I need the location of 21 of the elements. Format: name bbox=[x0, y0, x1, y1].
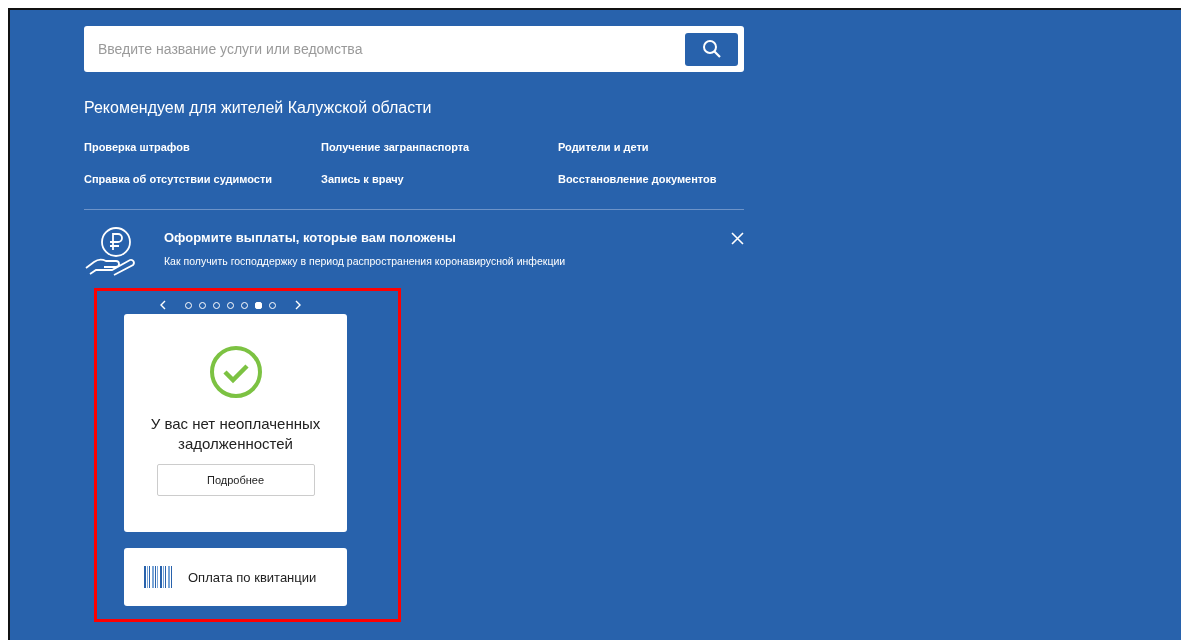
search-button[interactable] bbox=[685, 32, 738, 66]
status-message: У вас нет неоплаченных задолженностей bbox=[149, 414, 322, 454]
search-bar[interactable]: Введите название услуги или ведомства bbox=[84, 26, 744, 72]
details-button[interactable]: Подробнее bbox=[156, 464, 315, 496]
chevron-right-icon bbox=[295, 300, 301, 310]
service-link[interactable]: Родители и дети bbox=[558, 141, 649, 153]
service-link[interactable]: Восстановление документов bbox=[558, 173, 717, 185]
chevron-left-icon bbox=[160, 300, 166, 310]
barcode-icon bbox=[144, 566, 174, 588]
close-button[interactable] bbox=[731, 232, 744, 245]
service-link[interactable]: Справка об отсутствии судимости bbox=[84, 173, 273, 185]
search-icon bbox=[701, 39, 722, 59]
payment-card[interactable]: Оплата по квитанции bbox=[124, 548, 347, 606]
close-icon bbox=[731, 232, 744, 245]
service-link[interactable]: Запись к врачу bbox=[321, 173, 404, 185]
check-circle-icon bbox=[207, 344, 264, 400]
service-link[interactable]: Проверка штрафов bbox=[84, 141, 190, 153]
banner-subtitle: Как получить господдержку в период распространения коронавирусной инфекции bbox=[164, 255, 567, 267]
banner-title: Оформите выплаты, которые вам положены bbox=[164, 230, 457, 245]
section-title: Рекомендуем для жителей Калужской области bbox=[84, 99, 433, 117]
service-link[interactable]: Получение загранпаспорта bbox=[321, 141, 470, 153]
